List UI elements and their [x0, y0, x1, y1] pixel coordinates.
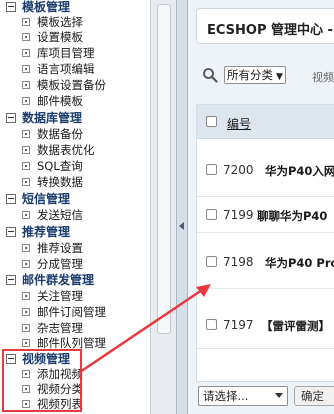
menu-item-subscription[interactable]: 邮件订阅管理 [22, 305, 106, 320]
search-field-label: 视频 [312, 71, 334, 84]
menu-item-icon [22, 18, 30, 26]
table-row: 7200 华为P40入网 [197, 139, 334, 197]
scrollbar-thumb[interactable] [157, 4, 171, 334]
collapse-icon[interactable] [6, 194, 16, 204]
main-content: ECSHOP 管理中心 - 所有分类 ▼ 视频 编号 7200 华为P40入网 7… [188, 0, 334, 414]
category-select-value: 所有分类 [227, 68, 273, 82]
menu-item-icon [22, 130, 30, 138]
row-checkbox[interactable] [206, 319, 217, 330]
batch-action-value: 请选择... [203, 389, 249, 403]
menu-item-library[interactable]: 库项目管理 [22, 46, 95, 61]
collapse-icon[interactable] [6, 227, 16, 237]
batch-action-select[interactable]: 请选择... [198, 386, 288, 406]
row-video-name: 聊聊华为P40 [257, 209, 328, 223]
menu-group-affiliate[interactable]: 推荐管理 [6, 225, 70, 240]
row-id: 7198 [223, 255, 254, 269]
column-header-id[interactable]: 编号 [227, 115, 251, 132]
menu-item-sql-query[interactable]: SQL查询 [22, 159, 83, 174]
video-table: 编号 7200 华为P40入网 7199 聊聊华为P40 7198 华为P40 … [196, 104, 334, 382]
menu-item-icon [22, 339, 30, 347]
menu-item-template-setup[interactable]: 设置模板 [22, 30, 83, 45]
menu-item-convert-data[interactable]: 转换数据 [22, 175, 83, 190]
dropdown-arrow-icon: ▼ [276, 72, 283, 82]
table-row: 7198 华为P40 Pro [197, 233, 334, 289]
menu-item-icon [22, 308, 30, 316]
row-video-name: 华为P40入网 [265, 164, 334, 178]
menu-item-template-backup[interactable]: 模板设置备份 [22, 78, 106, 93]
sidebar-scrollbar[interactable] [150, 0, 176, 414]
row-checkbox[interactable] [206, 209, 217, 220]
select-all-checkbox[interactable] [206, 116, 217, 127]
menu-group-mass-mail[interactable]: 邮件群发管理 [6, 273, 94, 288]
page-title: ECSHOP 管理中心 - [207, 23, 333, 38]
row-checkbox[interactable] [206, 164, 217, 175]
collapse-icon[interactable] [6, 275, 16, 285]
menu-item-icon [22, 65, 30, 73]
menu-item-table-optimize[interactable]: 数据表优化 [22, 143, 95, 158]
search-bar: 所有分类 ▼ 视频 [196, 58, 334, 92]
menu-item-commission[interactable]: 分成管理 [22, 257, 83, 272]
menu-item-icon [22, 292, 30, 300]
dropdown-arrow-icon [275, 393, 283, 398]
collapse-icon[interactable] [6, 2, 16, 12]
row-checkbox[interactable] [206, 256, 217, 267]
menu-item-icon [22, 49, 30, 57]
annotation-highlight-box [2, 349, 82, 412]
menu-item-language[interactable]: 语言项编辑 [22, 62, 95, 77]
menu-item-icon [22, 146, 30, 154]
menu-item-template-select[interactable]: 模板选择 [22, 15, 83, 30]
row-video-name: 华为P40 Pro [265, 256, 334, 270]
row-id: 7199 [223, 208, 254, 222]
sidebar-collapse-handle[interactable] [176, 0, 188, 414]
row-id: 7197 [223, 318, 254, 332]
table-row: 7197 【雷评雷测】 [197, 289, 334, 349]
menu-item-icon [22, 162, 30, 170]
menu-item-icon [22, 324, 30, 332]
batch-action-bar: 请选择... 确定 [196, 386, 334, 414]
menu-item-icon [22, 260, 30, 268]
menu-item-data-backup[interactable]: 数据备份 [22, 127, 83, 142]
menu-item-icon [22, 97, 30, 105]
menu-item-icon [22, 178, 30, 186]
menu-item-mail-template[interactable]: 邮件模板 [22, 94, 83, 109]
chevron-left-icon[interactable] [179, 222, 184, 230]
row-id: 7200 [223, 163, 254, 177]
row-video-name: 【雷评雷测】 [261, 319, 330, 333]
collapse-icon[interactable] [6, 113, 16, 123]
search-icon [203, 68, 218, 83]
category-select[interactable]: 所有分类 ▼ [224, 66, 286, 84]
menu-group-database[interactable]: 数据库管理 [6, 111, 82, 126]
confirm-button[interactable]: 确定 [294, 386, 334, 406]
menu-item-magazine[interactable]: 杂志管理 [22, 321, 83, 336]
table-header: 编号 [197, 105, 334, 139]
menu-group-template[interactable]: 模板管理 [6, 0, 70, 15]
menu-item-icon [22, 211, 30, 219]
menu-item-icon [22, 33, 30, 41]
menu-item-icon [22, 244, 30, 252]
title-bar: ECSHOP 管理中心 - [196, 8, 334, 44]
menu-item-icon [22, 81, 30, 89]
menu-item-affiliate-settings[interactable]: 推荐设置 [22, 241, 83, 256]
menu-item-attention[interactable]: 关注管理 [22, 289, 83, 304]
table-row: 7199 聊聊华为P40 [197, 197, 334, 233]
menu-item-send-sms[interactable]: 发送短信 [22, 208, 83, 223]
menu-group-sms[interactable]: 短信管理 [6, 192, 70, 207]
